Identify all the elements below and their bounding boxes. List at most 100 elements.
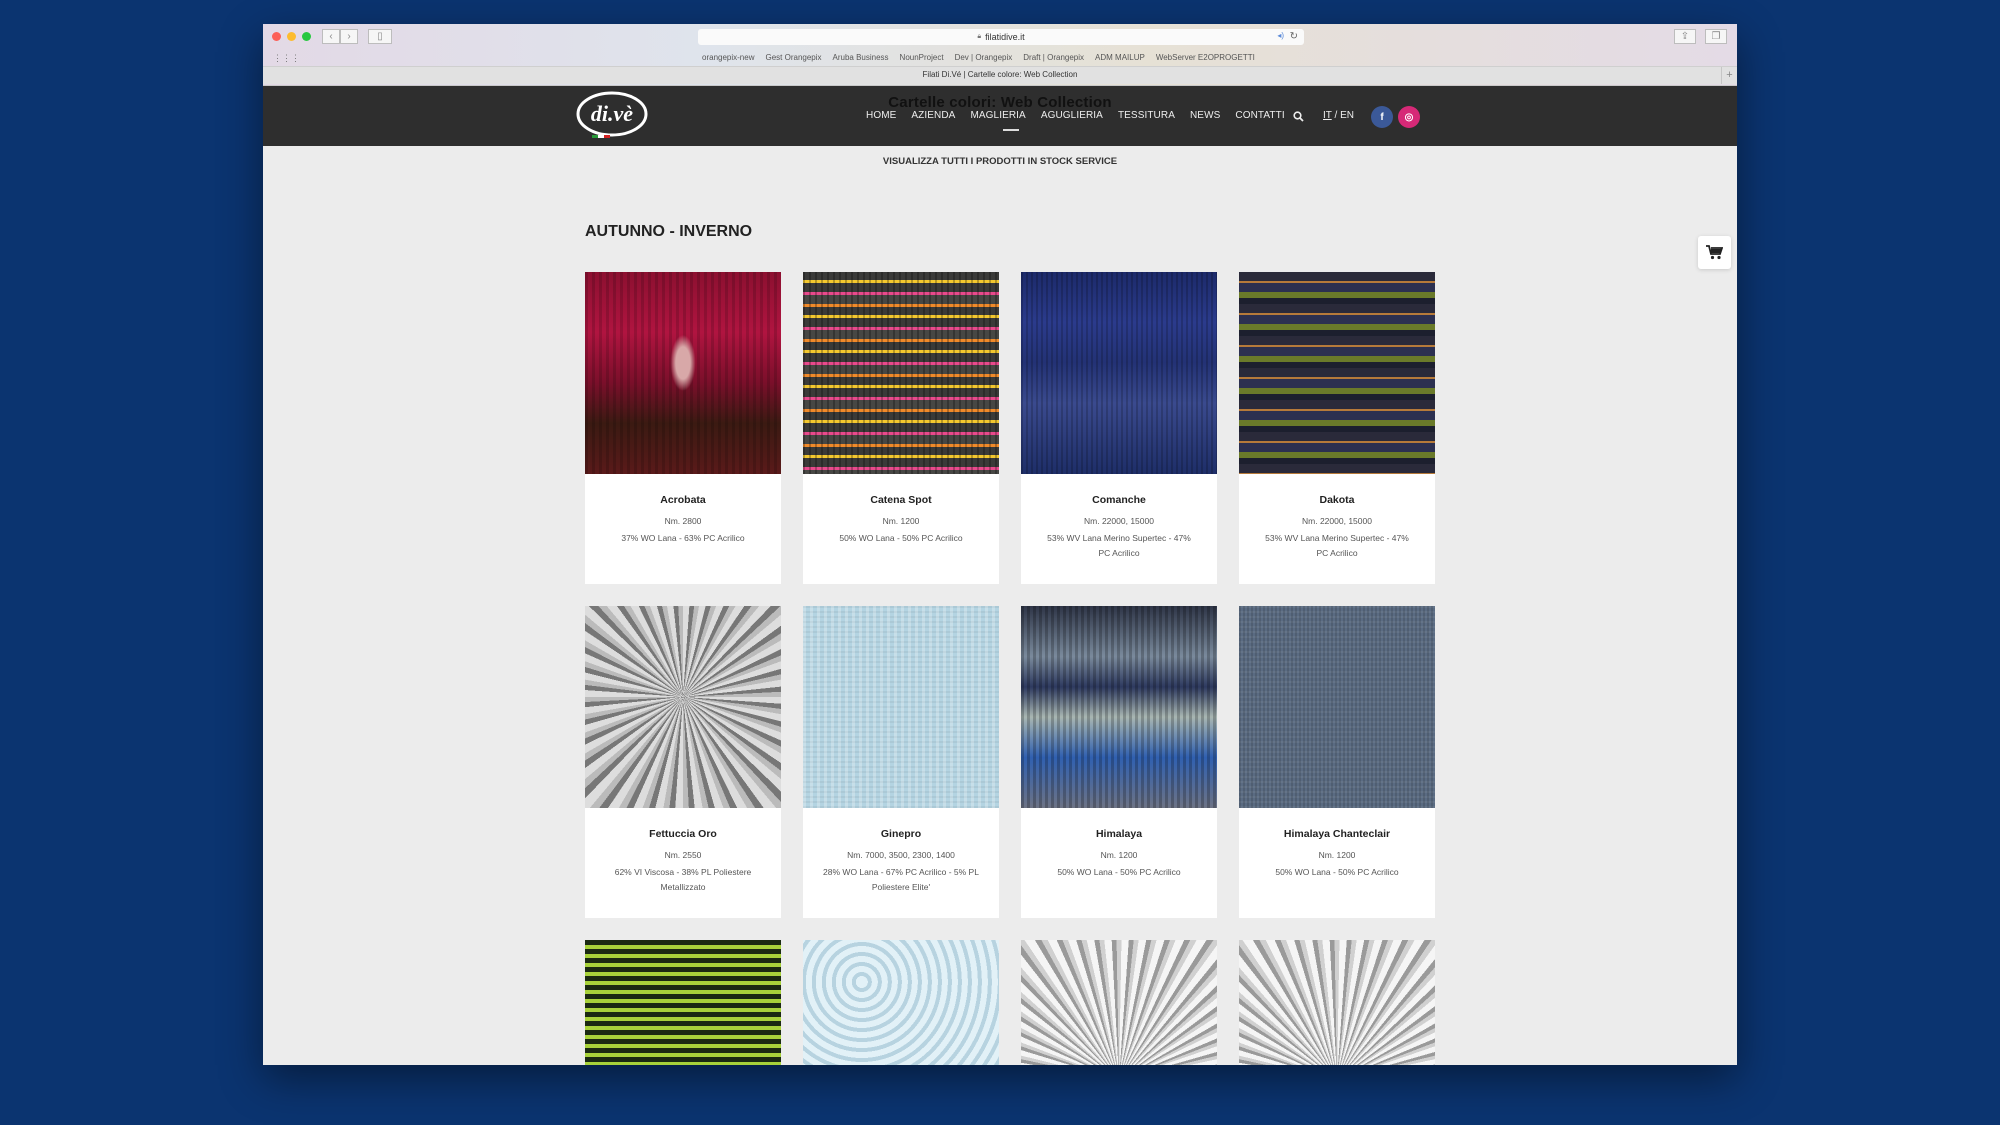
product-count: Nm. 7000, 3500, 2300, 1400 (847, 850, 955, 860)
zoom-window-button[interactable] (302, 32, 311, 41)
product-count: Nm. 2550 (664, 850, 702, 860)
bookmark-item[interactable]: WebServer E2OPROGETTI (1156, 53, 1255, 62)
product-swatch-image[interactable] (803, 606, 999, 808)
product-grid: Acrobata Nm. 2800 37% WO Lana - 63% PC A… (585, 272, 1436, 1065)
bookmarks-bar: ⋮⋮⋮ orangepix-new Gest Orangepix Aruba Bus… (263, 50, 1737, 66)
product-composition: 62% VI Viscosa - 38% PL Poliestere Metal… (614, 867, 752, 892)
nav-item-news[interactable]: NEWS (1190, 110, 1220, 121)
product-count: Nm. 2800 (664, 516, 702, 526)
product-card[interactable] (1239, 940, 1435, 1065)
product-composition: 28% WO Lana - 67% PC Acrilico - 5% PL Po… (823, 867, 979, 892)
lang-en-link[interactable]: EN (1340, 110, 1354, 121)
address-bar[interactable]: 🔒︎ filatidive.it ◂) ↻ (698, 29, 1304, 45)
back-icon[interactable]: ‹ (322, 29, 340, 44)
share-icon[interactable]: ⇪ (1674, 29, 1696, 44)
product-name[interactable]: Comanche (1021, 494, 1217, 506)
facebook-icon[interactable]: f (1371, 106, 1393, 128)
product-card[interactable]: Dakota Nm. 22000, 15000 53% WV Lana Meri… (1239, 272, 1435, 584)
product-card[interactable]: Fettuccia Oro Nm. 2550 62% VI Viscosa - … (585, 606, 781, 918)
product-swatch-image[interactable] (1021, 606, 1217, 808)
product-composition: 50% WO Lana - 50% PC Acrilico (1057, 867, 1181, 877)
product-composition: 37% WO Lana - 63% PC Acrilico (621, 533, 745, 543)
product-swatch-image[interactable] (1239, 940, 1435, 1065)
product-count: Nm. 22000, 15000 (1302, 516, 1372, 526)
page-title: Cartelle colori: Web Collection (888, 94, 1112, 111)
product-swatch-image[interactable] (1239, 606, 1435, 808)
minimize-window-button[interactable] (287, 32, 296, 41)
nav-item-maglieria[interactable]: MAGLIERIA (970, 110, 1026, 131)
tab-title[interactable]: Filati Di.Vé | Cartelle colore: Web Coll… (923, 70, 1078, 79)
bookmark-item[interactable]: Draft | Orangepix (1023, 53, 1084, 62)
reload-icon[interactable]: ↻ (1290, 31, 1298, 42)
browser-toolbar: ‹ › ▯ 🔒︎ filatidive.it ◂) ↻ ⇪ ❐ (263, 24, 1737, 50)
product-card[interactable]: Comanche Nm. 22000, 15000 53% WV Lana Me… (1021, 272, 1217, 584)
bookmark-item[interactable]: Aruba Business (833, 53, 889, 62)
tabs-overview-icon[interactable]: ❐ (1705, 29, 1727, 44)
new-tab-button[interactable]: + (1721, 67, 1737, 84)
product-card[interactable]: Acrobata Nm. 2800 37% WO Lana - 63% PC A… (585, 272, 781, 584)
nav-item-contatti[interactable]: CONTATTI (1235, 110, 1284, 121)
product-card[interactable]: Himalaya Nm. 1200 50% WO Lana - 50% PC A… (1021, 606, 1217, 918)
language-switcher: IT / EN (1323, 110, 1354, 121)
bookmark-item[interactable]: Dev | Orangepix (955, 53, 1013, 62)
history-buttons: ‹ › (322, 29, 358, 44)
browser-chrome: ‹ › ▯ 🔒︎ filatidive.it ◂) ↻ ⇪ ❐ ⋮⋮⋮ oran… (263, 24, 1737, 86)
product-swatch-image[interactable] (803, 272, 999, 474)
product-card[interactable] (585, 940, 781, 1065)
product-card[interactable]: Ginepro Nm. 7000, 3500, 2300, 1400 28% W… (803, 606, 999, 918)
instagram-icon[interactable]: ◎ (1398, 106, 1420, 128)
nav-item-azienda[interactable]: AZIENDA (911, 110, 955, 121)
product-composition: 53% WV Lana Merino Supertec - 47% PC Acr… (1265, 533, 1409, 558)
search-icon[interactable] (1293, 111, 1304, 125)
product-name[interactable]: Fettuccia Oro (585, 828, 781, 840)
bookmark-item[interactable]: Gest Orangepix (765, 53, 821, 62)
product-composition: 50% WO Lana - 50% PC Acrilico (1275, 867, 1399, 877)
product-swatch-image[interactable] (585, 940, 781, 1065)
lang-separator: / (1331, 110, 1341, 121)
site-header: di.vè Cartelle colori: Web Collection HO… (263, 86, 1737, 146)
product-swatch-image[interactable] (1021, 940, 1217, 1065)
product-card[interactable] (1021, 940, 1217, 1065)
product-composition: 50% WO Lana - 50% PC Acrilico (839, 533, 963, 543)
stock-service-link[interactable]: VISUALIZZA TUTTI I PRODOTTI IN STOCK SER… (263, 156, 1737, 167)
lang-it-link[interactable]: IT (1323, 110, 1332, 121)
product-count: Nm. 1200 (1318, 850, 1356, 860)
product-swatch-image[interactable] (585, 272, 781, 474)
product-name[interactable]: Acrobata (585, 494, 781, 506)
product-card[interactable] (803, 940, 999, 1065)
product-card[interactable]: Catena Spot Nm. 1200 50% WO Lana - 50% P… (803, 272, 999, 584)
product-swatch-image[interactable] (1021, 272, 1217, 474)
bookmark-list: orangepix-new Gest Orangepix Aruba Busines… (702, 53, 1255, 62)
bookmark-item[interactable]: orangepix-new (702, 53, 754, 62)
section-title: AUTUNNO - INVERNO (585, 223, 753, 240)
top-sites-icon[interactable]: ⋮⋮⋮ (273, 53, 300, 64)
product-name[interactable]: Catena Spot (803, 494, 999, 506)
product-card[interactable]: Himalaya Chanteclair Nm. 1200 50% WO Lan… (1239, 606, 1435, 918)
nav-item-tessitura[interactable]: TESSITURA (1118, 110, 1175, 121)
product-name[interactable]: Dakota (1239, 494, 1435, 506)
lock-icon: 🔒︎ (977, 33, 982, 40)
product-name[interactable]: Himalaya Chanteclair (1239, 828, 1435, 840)
product-count: Nm. 1200 (882, 516, 920, 526)
browser-window: ‹ › ▯ 🔒︎ filatidive.it ◂) ↻ ⇪ ❐ ⋮⋮⋮ oran… (263, 24, 1737, 1065)
product-count: Nm. 1200 (1100, 850, 1138, 860)
window-controls (272, 32, 311, 41)
product-swatch-image[interactable] (1239, 272, 1435, 474)
product-swatch-image[interactable] (585, 606, 781, 808)
cart-icon[interactable] (1698, 236, 1731, 269)
bookmark-item[interactable]: ADM MAILUP (1095, 53, 1145, 62)
close-window-button[interactable] (272, 32, 281, 41)
bookmark-item[interactable]: NounProject (900, 53, 944, 62)
product-composition: 53% WV Lana Merino Supertec - 47% PC Acr… (1047, 533, 1191, 558)
forward-icon[interactable]: › (340, 29, 358, 44)
audio-icon[interactable]: ◂) (1277, 31, 1284, 40)
product-name[interactable]: Himalaya (1021, 828, 1217, 840)
sidebar-toggle-icon[interactable]: ▯ (368, 29, 392, 44)
product-swatch-image[interactable] (803, 940, 999, 1065)
product-count: Nm. 22000, 15000 (1084, 516, 1154, 526)
tab-bar: Filati Di.Vé | Cartelle colore: Web Coll… (263, 66, 1737, 84)
product-name[interactable]: Ginepro (803, 828, 999, 840)
nav-item-aguglieria[interactable]: AGUGLIERIA (1041, 110, 1103, 121)
main-navigation: HOME AZIENDA MAGLIERIA AGUGLIERIA TESSITURA N… (866, 110, 1300, 131)
nav-item-home[interactable]: HOME (866, 110, 896, 121)
